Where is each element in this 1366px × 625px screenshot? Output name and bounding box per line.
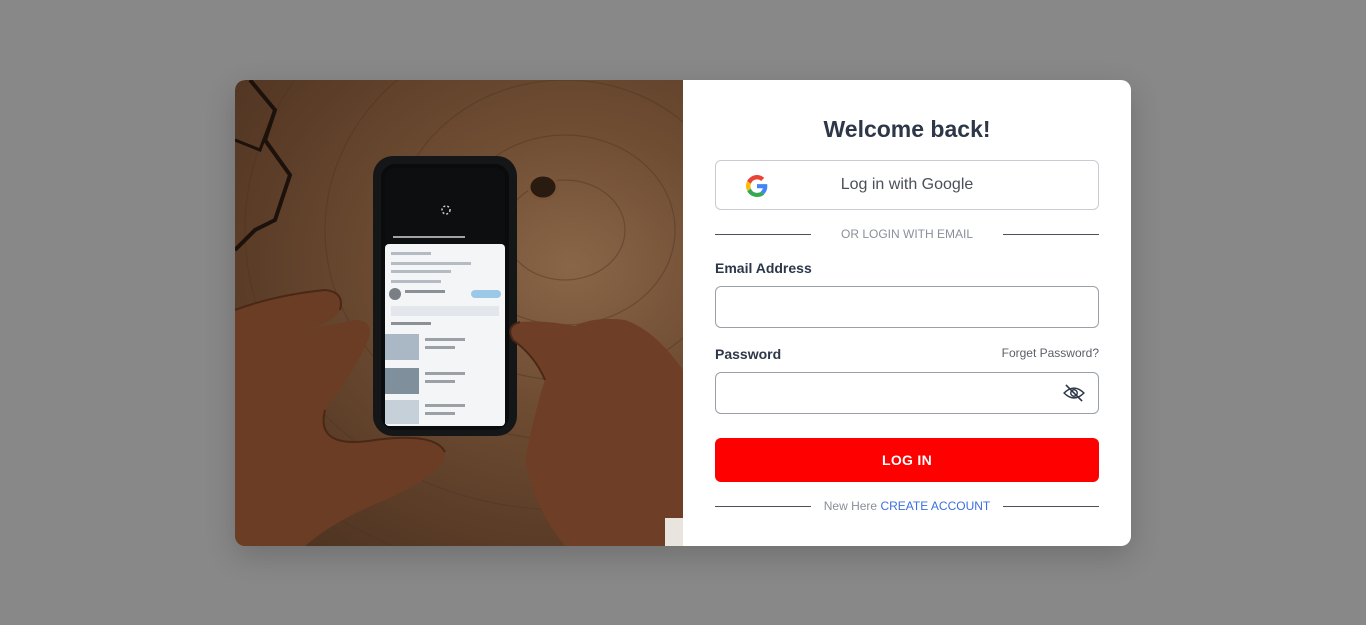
divider-text: OR LOGIN WITH EMAIL [840, 227, 973, 241]
phone-on-wood-photo-icon [235, 80, 683, 546]
divider-line [715, 233, 811, 235]
password-field[interactable] [715, 372, 1099, 414]
login-card: Welcome back! Log in with Google OR LOGI… [235, 80, 1131, 546]
email-field[interactable] [715, 286, 1099, 328]
create-account-link[interactable]: CREATE ACCOUNT [880, 499, 990, 513]
signup-row: New Here CREATE ACCOUNT [715, 498, 1099, 514]
divider-line [1003, 505, 1099, 507]
email-divider: OR LOGIN WITH EMAIL [715, 226, 1099, 242]
divider-line [1002, 233, 1099, 235]
signup-text: New Here CREATE ACCOUNT [824, 499, 991, 513]
google-login-label: Log in with Google [840, 176, 974, 193]
signup-prefix: New Here [823, 499, 878, 513]
login-form: Welcome back! Log in with Google OR LOGI… [683, 80, 1131, 546]
google-login-button[interactable]: Log in with Google [715, 160, 1099, 210]
hero-photo [235, 80, 683, 546]
divider-line [715, 505, 811, 507]
password-label: Password [715, 346, 782, 362]
eye-slash-icon[interactable] [1063, 384, 1085, 402]
page-title: Welcome back! [823, 116, 991, 142]
forgot-password-link[interactable]: Forget Password? [1002, 346, 1099, 360]
login-button[interactable]: LOG IN [715, 438, 1099, 482]
email-label: Email Address [715, 260, 812, 276]
google-icon [746, 175, 768, 197]
